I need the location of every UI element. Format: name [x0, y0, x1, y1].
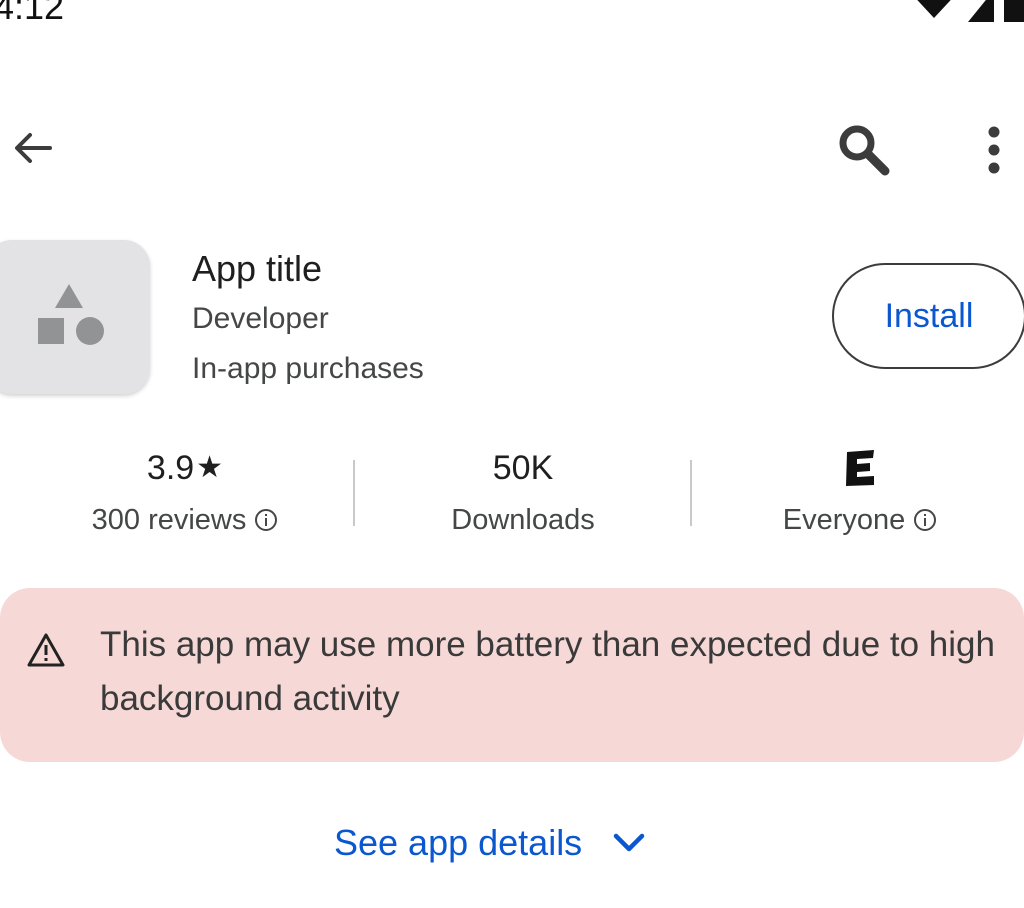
app-developer[interactable]: Developer — [192, 296, 424, 342]
battery-icon — [1004, 0, 1024, 22]
search-button[interactable] — [832, 120, 896, 180]
content-rating-stat[interactable]: Everyone — [735, 448, 985, 540]
status-time: 4:12 — [0, 0, 65, 27]
downloads-value: 50K — [492, 449, 554, 487]
downloads-label: Downloads — [451, 504, 595, 536]
warning-text: This app may use more battery than expec… — [100, 625, 995, 718]
signal-icon — [968, 0, 994, 22]
see-app-details-label: See app details — [334, 822, 583, 863]
esrb-e-icon — [846, 450, 874, 486]
warning-icon — [27, 633, 65, 667]
stat-divider — [690, 460, 692, 526]
status-icons — [868, 0, 1024, 24]
more-vert-icon — [988, 126, 1000, 174]
arrow-back-icon — [15, 133, 52, 163]
app-placeholder-icon — [38, 284, 104, 345]
star-icon: ★ — [196, 451, 224, 484]
stat-divider — [353, 460, 355, 526]
see-app-details-button[interactable]: See app details — [334, 822, 646, 864]
back-button[interactable] — [4, 120, 60, 176]
content-rating-label: Everyone — [782, 504, 906, 536]
app-title: App title — [192, 248, 323, 289]
app-icon — [0, 240, 150, 394]
downloads-stat: 50K Downloads — [398, 448, 648, 540]
more-options-button[interactable] — [966, 120, 1022, 180]
play-store-app-page: 4:12 App title Developer In-app purchase… — [0, 0, 1024, 908]
rating-value: 3.9 — [146, 449, 195, 487]
in-app-purchases-label: In-app purchases — [192, 352, 424, 385]
battery-warning-banner: This app may use more battery than expec… — [0, 588, 1024, 762]
wifi-icon — [917, 0, 951, 18]
rating-stat[interactable]: 3.9 ★ 300 reviews — [50, 448, 320, 540]
chevron-down-icon — [613, 833, 645, 852]
info-icon — [914, 509, 937, 531]
info-icon — [255, 509, 278, 531]
reviews-label: 300 reviews — [91, 504, 247, 536]
search-icon — [839, 125, 890, 176]
app-info: App title Developer In-app purchases — [192, 246, 424, 392]
install-button[interactable]: Install — [832, 263, 1024, 369]
